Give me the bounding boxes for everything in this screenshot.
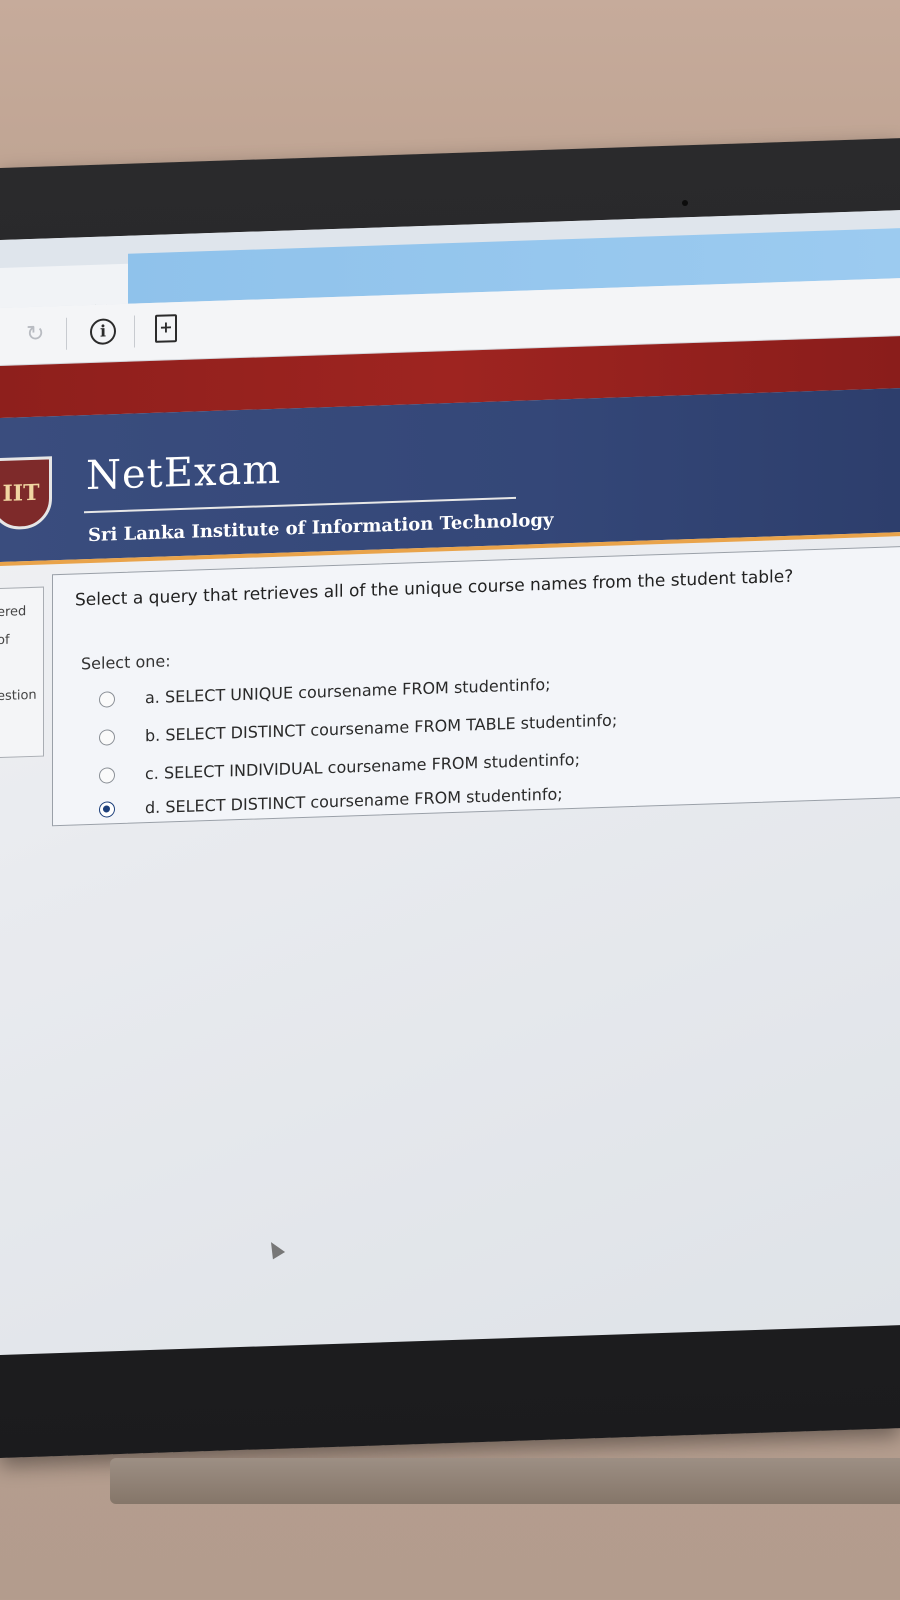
reload-icon[interactable]: ↻	[26, 322, 50, 348]
toolbar-divider	[134, 315, 135, 348]
option-label[interactable]: c. SELECT INDIVIDUAL coursename FROM stu…	[145, 750, 580, 783]
radio-button[interactable]	[99, 691, 115, 708]
toolbar-divider	[66, 317, 67, 350]
browser-tab[interactable]: ✕	[0, 263, 128, 329]
monitor-screen: ✕ ↻ i + IIT NetExam Sri Lanka Institute …	[0, 210, 900, 1355]
option-label[interactable]: a. SELECT UNIQUE coursename FROM student…	[145, 675, 551, 707]
radio-button[interactable]	[99, 729, 115, 746]
radio-button[interactable]	[99, 767, 115, 784]
radio-button-selected[interactable]	[99, 801, 115, 818]
institute-logo: IIT	[0, 456, 52, 531]
brand-title: NetExam	[86, 446, 282, 500]
select-one-label: Select one:	[81, 651, 171, 674]
quiz-navigation-panel: ered of estion	[0, 586, 44, 759]
nav-label: ered	[0, 604, 27, 621]
brand-underline	[84, 496, 516, 514]
new-page-icon[interactable]: +	[155, 314, 177, 343]
nav-label: estion	[0, 687, 37, 705]
monitor-stand	[110, 1458, 900, 1504]
site-header: IIT NetExam Sri Lanka Institute of Infor…	[0, 388, 900, 566]
question-text: Select a query that retrieves all of the…	[75, 566, 794, 611]
question-box: Select a query that retrieves all of the…	[52, 545, 900, 827]
info-icon[interactable]: i	[90, 318, 116, 346]
webcam-icon	[682, 200, 688, 206]
institute-name: Sri Lanka Institute of Information Techn…	[88, 509, 554, 547]
option-label[interactable]: d. SELECT DISTINCT coursename FROM stude…	[145, 784, 563, 817]
option-label[interactable]: b. SELECT DISTINCT coursename FROM TABLE…	[145, 711, 617, 746]
nav-label: of	[0, 632, 10, 649]
mouse-pointer-icon	[264, 1238, 286, 1260]
